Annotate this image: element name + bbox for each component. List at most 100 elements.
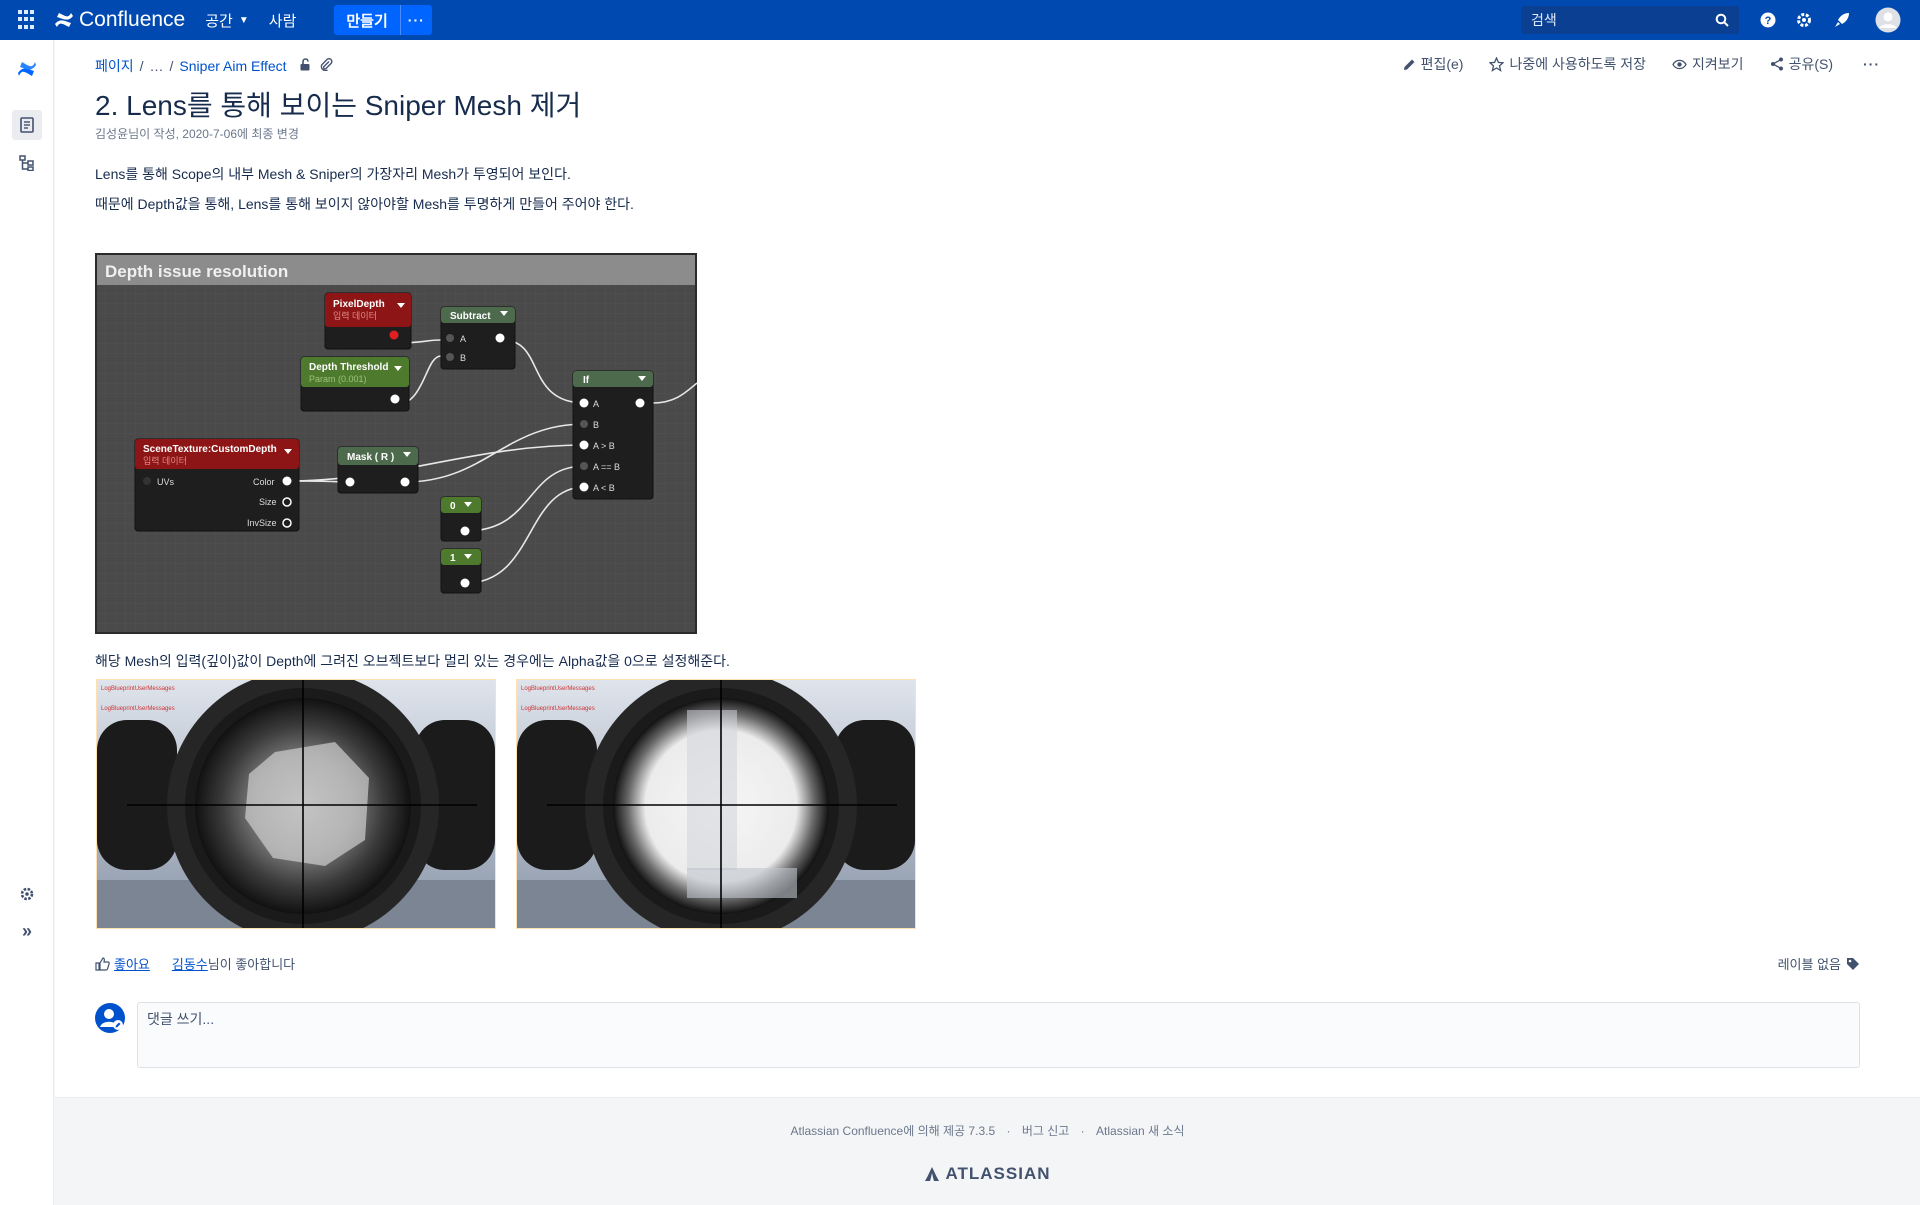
node-subtract: Subtract — [450, 311, 491, 322]
pin-label: B — [460, 353, 466, 363]
breadcrumb-separator: / — [139, 58, 144, 74]
nav-spaces-menu[interactable]: 공간 ▼ — [205, 10, 249, 31]
breadcrumb-parent-link[interactable]: Sniper Aim Effect — [179, 58, 286, 74]
body-paragraph: Lens를 통해 Scope의 내부 Mesh & Sniper의 가장자리 M… — [95, 166, 571, 182]
settings-gear-icon[interactable] — [1793, 9, 1815, 31]
watch-label: 지켜보기 — [1692, 56, 1744, 72]
attachment-icon[interactable] — [320, 57, 333, 74]
page-title: 2. Lens를 통해 보이는 Sniper Mesh 제거 — [95, 90, 582, 121]
create-button[interactable]: 만들기 — [334, 5, 400, 35]
notifications-rocket-icon[interactable] — [1831, 9, 1853, 31]
page-byline: 김성윤님이 작성, 2020-7-06에 최종 변경 — [95, 127, 299, 141]
footer: Atlassian Confluence에 의해 제공 7.3.5 · 버그 신… — [55, 1097, 1920, 1205]
share-button[interactable]: 공유(S) — [1770, 54, 1833, 74]
pin-label: A — [593, 399, 599, 409]
search-input[interactable]: 검색 — [1521, 6, 1739, 34]
help-icon[interactable]: ? — [1757, 9, 1779, 31]
share-label: 공유(S) — [1788, 56, 1833, 72]
footer-separator: · — [1080, 1124, 1085, 1138]
thumbs-up-icon — [95, 956, 110, 971]
page-actions-toolbar: 편집(e) 나중에 사용하도록 저장 지켜보기 공유(S) ··· — [1377, 54, 1880, 74]
left-sidebar: » — [0, 40, 54, 1205]
top-navigation-bar: Confluence 공간 ▼ 사람 만들기 ··· 검색 ? — [0, 0, 1920, 40]
pin-label: A > B — [593, 441, 615, 451]
atlassian-logo-icon — [925, 1167, 940, 1181]
footer-links: Atlassian Confluence에 의해 제공 7.3.5 · 버그 신… — [55, 1122, 1920, 1139]
pin-label: A == B — [593, 462, 620, 472]
confluence-logo-icon — [55, 13, 73, 27]
node-const-0: 0 — [450, 501, 456, 512]
pin-label: A — [460, 334, 466, 344]
pages-icon[interactable] — [12, 110, 42, 140]
footer-separator: · — [1006, 1124, 1011, 1138]
pencil-icon — [1403, 59, 1415, 70]
scope-before-image[interactable]: LogBlueprintUserMessages LogBlueprintUse… — [96, 670, 496, 942]
breadcrumb-ellipsis[interactable]: … — [150, 58, 164, 74]
body-paragraph: 때문에 Depth값을 통해, Lens를 통해 보이지 않아야할 Mesh를 … — [95, 196, 634, 212]
create-more-button[interactable]: ··· — [399, 5, 432, 35]
labels-text: 레이블 없음 — [1777, 957, 1841, 972]
pin-label: Color — [253, 477, 275, 487]
tag-icon — [1847, 957, 1859, 970]
breadcrumb-separator: / — [169, 58, 174, 74]
node-pixel-depth-sub: 입력 데이터 — [333, 310, 377, 321]
likes-section: 좋아요 김동수 님이 좋아합니다 — [95, 954, 295, 973]
share-icon — [1770, 57, 1783, 71]
app-switcher-icon[interactable] — [18, 10, 38, 30]
confluence-logo[interactable]: Confluence — [54, 8, 185, 32]
main-content: 페이지 / … / Sniper Aim Effect 편집(e) 나중에 사용… — [55, 40, 1920, 1097]
graph-header: Depth issue resolution — [105, 262, 288, 281]
pin-label: InvSize — [247, 518, 277, 528]
scope-after-image[interactable]: LogBlueprintUserMessages LogBlueprintUse… — [516, 670, 916, 942]
node-depth-threshold-sub: Param (0.001) — [309, 374, 367, 384]
atlassian-news-link[interactable]: Atlassian 새 소식 — [1096, 1124, 1184, 1138]
user-avatar[interactable] — [1875, 7, 1901, 33]
expand-sidebar-icon[interactable]: » — [12, 916, 42, 946]
breadcrumb: 페이지 / … / Sniper Aim Effect — [95, 56, 333, 76]
svg-text:LogBlueprintUserMessages: LogBlueprintUserMessages — [101, 706, 175, 712]
labels-section[interactable]: 레이블 없음 — [1778, 954, 1860, 973]
breadcrumb-pages-link[interactable]: 페이지 — [95, 56, 134, 76]
material-node-graph-image[interactable]: Depth issue resolution PixelDepth 입력 데이터… — [95, 253, 698, 634]
body-paragraph: 해당 Mesh의 입력(깊이)값이 Depth에 그려진 오브젝트보다 멀리 있… — [95, 653, 730, 669]
pin-label: A < B — [593, 483, 615, 493]
edit-button[interactable]: 편집(e) — [1403, 54, 1464, 74]
nav-people-label: 사람 — [268, 12, 297, 30]
unlock-icon[interactable] — [299, 58, 312, 74]
watch-button[interactable]: 지켜보기 — [1672, 54, 1744, 74]
edit-label: 편집(e) — [1420, 56, 1464, 72]
search-icon — [1715, 13, 1729, 27]
node-scene-texture: SceneTexture:CustomDepth — [143, 444, 277, 455]
star-icon — [1489, 56, 1505, 72]
node-if: If — [583, 375, 590, 386]
atlassian-logo[interactable]: ATLASSIAN — [55, 1164, 1920, 1184]
likes-suffix: 님이 좋아합니다 — [207, 957, 296, 972]
node-const-1: 1 — [450, 553, 456, 564]
search-placeholder: 검색 — [1531, 12, 1557, 28]
svg-text:LogBlueprintUserMessages: LogBlueprintUserMessages — [101, 686, 175, 692]
app-name: Confluence — [79, 8, 186, 31]
atlassian-logo-text: ATLASSIAN — [945, 1164, 1051, 1183]
eye-icon — [1672, 59, 1687, 69]
page-tree-icon[interactable] — [12, 148, 42, 178]
svg-text:LogBlueprintUserMessages: LogBlueprintUserMessages — [521, 706, 595, 712]
save-for-later-button[interactable]: 나중에 사용하도록 저장 — [1489, 54, 1646, 74]
more-actions-button[interactable]: ··· — [1863, 56, 1880, 72]
nav-spaces-label: 공간 — [205, 12, 233, 30]
report-bug-link[interactable]: 버그 신고 — [1022, 1124, 1070, 1138]
chevron-down-icon: ▼ — [238, 14, 249, 26]
svg-text:LogBlueprintUserMessages: LogBlueprintUserMessages — [521, 686, 595, 692]
svg-text:?: ? — [1765, 15, 1772, 27]
nav-people-link[interactable]: 사람 — [269, 10, 297, 31]
save-for-later-label: 나중에 사용하도록 저장 — [1509, 56, 1647, 72]
space-settings-gear-icon[interactable] — [12, 879, 42, 909]
pin-label: B — [593, 420, 599, 430]
pin-label: UVs — [157, 477, 175, 487]
node-mask: Mask ( R ) — [347, 452, 394, 463]
pin-label: Size — [259, 497, 277, 507]
liker-link[interactable]: 김동수 — [172, 954, 208, 973]
footer-powered-by: Atlassian Confluence에 의해 제공 7.3.5 — [790, 1124, 996, 1138]
like-button[interactable]: 좋아요 — [114, 954, 150, 973]
space-logo-icon[interactable] — [12, 54, 42, 84]
comment-input[interactable]: 댓글 쓰기... — [137, 1002, 1860, 1068]
